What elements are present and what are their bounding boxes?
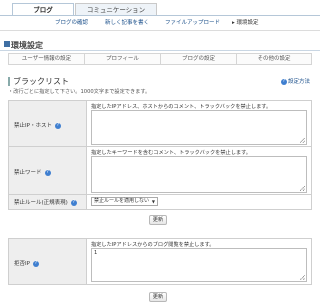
row-deny-ip: 拒否IP? 指定したIPアドレスからのブログ閲覧を禁止します。 1 (9, 239, 311, 284)
blacklist-form: 禁止IP・ホスト? 指定したIPアドレス、ホストからのコメント、トラックバックを… (8, 100, 312, 210)
subnav-blog-check[interactable]: ブログの確認 (55, 18, 88, 26)
row-word: 禁止ワード? 指定したキーワードを含むコメント、トラックバックを禁止します。 (9, 147, 311, 195)
resize-grip-icon[interactable] (300, 186, 305, 191)
help-icon[interactable]: ? (54, 122, 61, 129)
word-label-text: 禁止ワード (14, 170, 42, 176)
update-button-2[interactable]: 更新 (149, 292, 167, 302)
deny-ip-description: 指定したIPアドレスからのブログ閲覧を禁止します。 (91, 242, 215, 248)
word-label: 禁止ワード? (14, 168, 51, 176)
help-icon[interactable]: ? (44, 169, 51, 176)
settings-section-icon (4, 41, 10, 47)
subnav-file-upload[interactable]: ファイルアップロード (165, 18, 220, 26)
settings-tabs: ユーザー情報の設定 プロフィール ブログの設定 その他の設定 (8, 53, 312, 65)
ip-host-label: 禁止IP・ホスト? (14, 121, 61, 129)
regex-rule-value: 禁止ルールを適用しない (94, 198, 150, 204)
deny-ip-label-text: 拒否IP (14, 261, 30, 267)
label-cell: 禁止IP・ホスト? (9, 101, 87, 146)
tab-profile[interactable]: プロフィール (85, 54, 161, 65)
subnav-divider (0, 30, 320, 31)
tab-other-settings[interactable]: その他の設定 (237, 54, 311, 65)
update-button[interactable]: 更新 (149, 215, 167, 225)
label-cell: 禁止ルール(正規表現)? (9, 195, 87, 209)
chevron-down-icon: ▼ (151, 199, 155, 204)
title-divider (0, 50, 320, 51)
tab-divider (0, 15, 320, 16)
blacklist-heading: ブラックリスト (8, 77, 69, 86)
deny-ip-form: 拒否IP? 指定したIPアドレスからのブログ閲覧を禁止します。 1 (8, 238, 312, 285)
regex-label: 禁止ルール(正規表現)? (14, 198, 77, 206)
deny-ip-textarea[interactable]: 1 (91, 248, 307, 282)
help-icon[interactable]: ? (32, 260, 39, 267)
ip-host-label-text: 禁止IP・ホスト (14, 123, 52, 129)
word-textarea[interactable] (91, 156, 307, 193)
resize-grip-icon[interactable] (300, 275, 305, 280)
label-cell: 拒否IP? (9, 239, 87, 284)
subnav-new-post[interactable]: 新しく記事を書く (105, 18, 149, 26)
tab-blog-settings[interactable]: ブログの設定 (161, 54, 237, 65)
tab-user-info[interactable]: ユーザー情報の設定 (9, 54, 85, 65)
word-description: 指定したキーワードを含むコメント、トラックバックを禁止します。 (91, 150, 251, 156)
deny-ip-value: 1 (94, 250, 98, 256)
help-icon[interactable]: ? (70, 199, 77, 206)
help-icon: ? (280, 78, 287, 85)
regex-label-text: 禁止ルール(正規表現) (14, 200, 68, 206)
sub-navigation: ブログの確認 新しく記事を書く ファイルアップロード ▸ 環境設定 (0, 17, 320, 27)
subnav-settings: ▸ 環境設定 (232, 20, 259, 26)
instructions-note: ・改行ごとに指定して下さい。1000文字まで設定できます。 (8, 89, 151, 95)
ip-host-description: 指定したIPアドレス、ホストからのコメント、トラックバックを禁止します。 (91, 104, 272, 110)
ip-host-textarea[interactable] (91, 110, 307, 145)
row-regex: 禁止ルール(正規表現)? 禁止ルールを適用しない ▼ (9, 195, 311, 209)
help-link-label[interactable]: 設定方法 (288, 79, 310, 85)
regex-rule-select[interactable]: 禁止ルールを適用しない ▼ (91, 197, 158, 206)
resize-grip-icon[interactable] (300, 138, 305, 143)
row-ip-host: 禁止IP・ホスト? 指定したIPアドレス、ホストからのコメント、トラックバックを… (9, 101, 311, 147)
help-link[interactable]: ? 設定方法 (280, 77, 310, 85)
deny-ip-label: 拒否IP? (14, 259, 39, 267)
label-cell: 禁止ワード? (9, 147, 87, 194)
